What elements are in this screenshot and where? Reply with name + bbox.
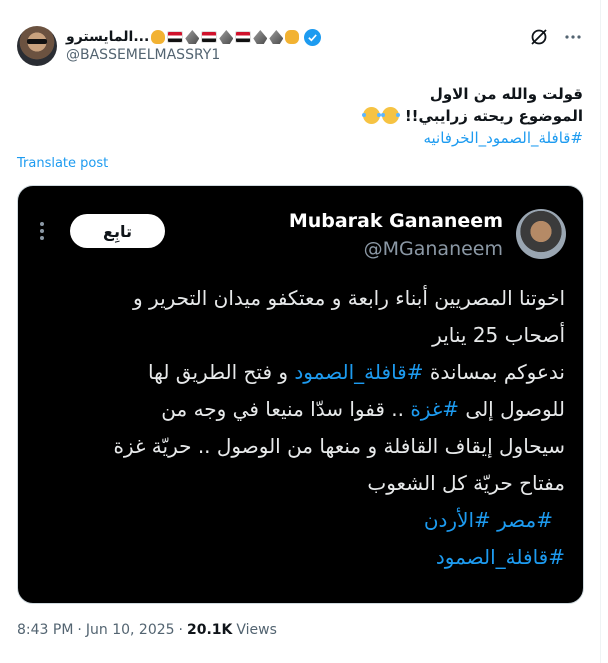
author-handle[interactable]: @BASSEMELMASSRY1 bbox=[66, 47, 220, 63]
eagle-emoji-icon bbox=[269, 30, 284, 44]
eagle-emoji-icon bbox=[253, 30, 268, 44]
attached-screenshot-image[interactable]: Mubarak Gananeem @MGananeem تابِع اخوتنا… bbox=[17, 185, 584, 604]
translate-post-link[interactable]: Translate post bbox=[17, 156, 108, 171]
tweet-line-2: الموضوع ريحته زرايبي!! bbox=[17, 105, 583, 127]
quoted-line: ندعوكم بمساندة #قافلة_الصمود و فتح الطري… bbox=[36, 354, 565, 391]
author-avatar[interactable] bbox=[17, 26, 57, 66]
eagle-emoji-icon bbox=[219, 30, 234, 44]
post-date[interactable]: Jun 10, 2025 bbox=[86, 622, 175, 638]
quoted-hashtag-line: #مصر #الأردن bbox=[423, 508, 553, 532]
quoted-text: اخوتنا المصريين أبناء رابعة و معتكفو ميد… bbox=[36, 280, 565, 576]
quoted-line: اخوتنا المصريين أبناء رابعة و معتكفو ميد… bbox=[133, 286, 565, 310]
meta-separator: · bbox=[178, 622, 183, 638]
quoted-hashtag: #قافلة_الصمود bbox=[294, 360, 424, 384]
tweet-line-1: قولت والله من الاول bbox=[429, 85, 583, 103]
author-name-row[interactable]: ...المايسترو bbox=[66, 27, 322, 47]
egypt-flag-icon bbox=[167, 31, 184, 43]
egypt-flag-icon bbox=[235, 31, 252, 43]
verified-badge-icon[interactable] bbox=[304, 28, 322, 46]
quoted-author-name: Mubarak Gananeem bbox=[288, 210, 503, 232]
quoted-line-text: للوصول إلى bbox=[459, 397, 565, 421]
tweet-meta: 8:43 PM · Jun 10, 2025 · 20.1K Views bbox=[17, 622, 277, 638]
grok-icon[interactable] bbox=[529, 27, 549, 51]
quoted-line: مفتاح حريّة كل الشعوب bbox=[367, 471, 565, 495]
tweet-card: ...المايسترو @BASSEMELMASSRY1 قولت والله… bbox=[0, 0, 601, 663]
quoted-author-avatar bbox=[516, 209, 566, 259]
flexed-arm-emoji-icon bbox=[285, 30, 300, 44]
quoted-line: أصحاب 25 يناير bbox=[432, 323, 565, 347]
quoted-follow-button: تابِع bbox=[70, 214, 165, 248]
meta-separator: · bbox=[77, 622, 82, 638]
eagle-emoji-icon bbox=[185, 30, 200, 44]
egypt-flag-icon bbox=[201, 31, 218, 43]
fist-emoji-icon bbox=[151, 30, 166, 44]
quoted-line-text: .. قفوا سدّا منيعا في وجه من bbox=[161, 397, 411, 421]
crying-laughing-cat-icon bbox=[380, 107, 400, 124]
quoted-line: للوصول إلى #غزة .. قفوا سدّا منيعا في وج… bbox=[36, 391, 565, 428]
name-emoji-strip bbox=[151, 30, 300, 44]
author-display-name[interactable]: ...المايسترو bbox=[66, 29, 149, 45]
quoted-hashtag: #غزة bbox=[410, 397, 460, 421]
views-count: 20.1K bbox=[187, 622, 233, 638]
quoted-hashtag-line: #قافلة_الصمود bbox=[435, 545, 565, 569]
more-icon[interactable] bbox=[563, 27, 583, 51]
quoted-line-text: و فتح الطريق لها bbox=[148, 360, 295, 384]
crying-laughing-cat-icon bbox=[361, 107, 381, 124]
tweet-line-2-text: الموضوع ريحته زرايبي!! bbox=[404, 107, 583, 125]
post-time[interactable]: 8:43 PM bbox=[17, 622, 73, 638]
views-label: Views bbox=[236, 622, 277, 638]
quoted-more-icon bbox=[40, 222, 44, 243]
quoted-line-text: ندعوكم بمساندة bbox=[423, 360, 565, 384]
tweet-text: قولت والله من الاول الموضوع ريحته زرايبي… bbox=[17, 83, 583, 149]
tweet-hashtag-link[interactable]: #قافلة_الصمود_الخرفانيه bbox=[423, 129, 583, 147]
header-actions bbox=[529, 27, 583, 51]
quoted-author-handle: @MGananeem bbox=[363, 238, 503, 260]
quoted-line: سيحاول إيقاف القافلة و منعها من الوصول .… bbox=[113, 434, 565, 458]
